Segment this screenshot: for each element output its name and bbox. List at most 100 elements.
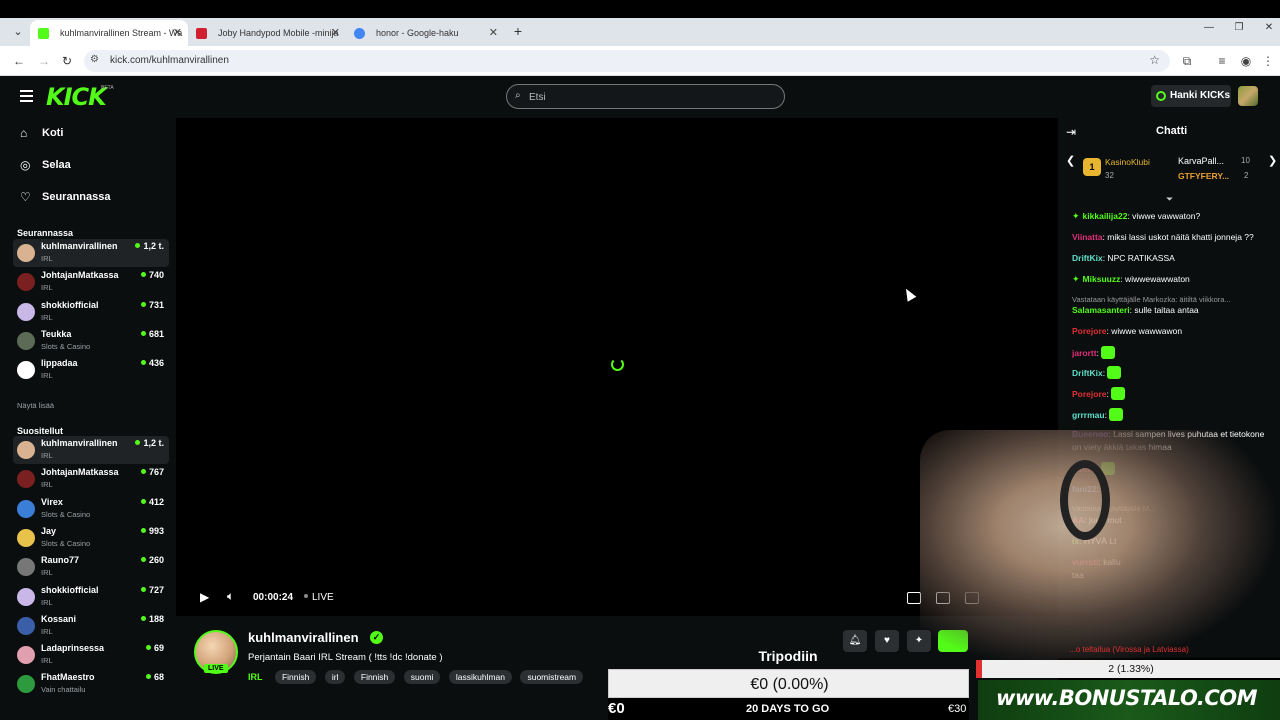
chat-username[interactable]: Porejore: [1072, 326, 1107, 336]
chat-username[interactable]: Miksuuzz: [1083, 274, 1121, 284]
sidebar-channel[interactable]: JohtajanMatkassa IRL 767: [13, 465, 169, 493]
tag-chip[interactable]: Finnish: [353, 669, 396, 684]
tab-joby[interactable]: Joby Handypod Mobile -minija ✕: [188, 20, 346, 46]
play-icon[interactable]: ▶: [200, 590, 209, 604]
nav-following[interactable]: ♡ Seurannassa: [0, 184, 176, 212]
chat-username[interactable]: Porejore: [1072, 389, 1107, 399]
miniplayer-icon[interactable]: [907, 592, 921, 604]
close-tab-icon[interactable]: ✕: [173, 20, 182, 46]
get-kicks-button[interactable]: Hanki KICKs: [1151, 85, 1231, 107]
sidebar: ⌂ Koti ◎ Selaa ♡ Seurannassa Seurannassa…: [0, 118, 176, 720]
tab-search-dropdown[interactable]: ⌄: [8, 22, 28, 42]
chat-message[interactable]: DriftKix: NPC RATIKASSA: [1072, 252, 1272, 265]
chat-username[interactable]: DriftKix: [1072, 253, 1103, 263]
streamer-webcam: [920, 430, 1280, 670]
sidebar-channel[interactable]: Ladaprinsessa IRL 69: [13, 641, 169, 669]
chat-message[interactable]: Porejore:: [1072, 387, 1272, 401]
restore-icon[interactable]: ❐: [1228, 22, 1250, 33]
volume-icon[interactable]: 🔈︎: [227, 589, 234, 603]
back-icon[interactable]: ←: [10, 52, 28, 70]
media-control-icon[interactable]: ≡: [1214, 54, 1230, 68]
chevron-left-icon[interactable]: ❮: [1066, 154, 1075, 167]
close-tab-icon[interactable]: ✕: [489, 20, 498, 46]
show-more-link[interactable]: Näytä lisää: [17, 401, 54, 410]
site-info-icon[interactable]: ⚙: [90, 54, 99, 65]
sidebar-channel[interactable]: shokkiofficial IRL 727: [13, 583, 169, 611]
chat-message[interactable]: ✦ kikkailija22: viwwe vawwaton?: [1072, 210, 1272, 223]
minimize-icon[interactable]: —: [1198, 22, 1220, 33]
channel-avatar: [17, 558, 35, 577]
chevron-right-icon[interactable]: ❯: [1268, 154, 1277, 167]
expand-leaderboard-icon[interactable]: ⏷: [1166, 194, 1173, 205]
bookmark-star-icon[interactable]: ☆: [1149, 53, 1160, 67]
sidebar-channel[interactable]: Jay Slots & Casino 993: [13, 524, 169, 552]
chat-username[interactable]: jarortt: [1072, 348, 1097, 358]
channel-avatar: [17, 616, 35, 635]
leader-name[interactable]: KasinoKlubi: [1105, 157, 1150, 167]
channel-name: kuhlmanvirallinen: [41, 438, 118, 448]
live-indicator[interactable]: LIVE: [304, 592, 334, 606]
sidebar-channel[interactable]: Rauno77 IRL 260: [13, 553, 169, 581]
chat-message[interactable]: Porejore: wiwwe wawwawon: [1072, 325, 1272, 338]
leader-name[interactable]: GTFYFERY...: [1178, 171, 1229, 181]
reload-icon[interactable]: ↻: [58, 52, 76, 70]
nav-home[interactable]: ⌂ Koti: [0, 120, 176, 148]
tab-kick[interactable]: kuhlmanvirallinen Stream - Wa ✕: [30, 20, 188, 46]
close-tab-icon[interactable]: ✕: [331, 20, 340, 46]
url-field[interactable]: ⚙ kick.com/kuhlmanvirallinen ☆: [84, 50, 1170, 72]
chat-username[interactable]: DriftKix: [1072, 368, 1103, 378]
sponsor-banner: www.BONUSTALO.COM: [978, 680, 1280, 720]
tag-chip[interactable]: Finnish: [274, 669, 317, 684]
chat-username[interactable]: kikkailija22: [1083, 211, 1128, 221]
sidebar-channel[interactable]: Virex Slots & Casino 412: [13, 495, 169, 523]
hamburger-menu-icon[interactable]: [20, 90, 33, 102]
tag-chip[interactable]: irl: [324, 669, 346, 684]
forward-icon[interactable]: →: [35, 52, 53, 70]
chat-message[interactable]: ✦ Miksuuzz: wiwwewawwaton: [1072, 273, 1272, 286]
channel-name[interactable]: kuhlmanvirallinen: [248, 630, 359, 645]
tag-chip[interactable]: suomi: [403, 669, 441, 684]
search-box[interactable]: ⌕: [506, 84, 785, 109]
sidebar-channel[interactable]: Kossani IRL 188: [13, 612, 169, 640]
user-avatar[interactable]: [1238, 86, 1258, 106]
chat-username[interactable]: Viinatta: [1072, 232, 1103, 242]
search-icon: ⌕: [515, 90, 521, 101]
kick-logo[interactable]: KICK: [46, 83, 107, 111]
menu-kebab-icon[interactable]: ⋮: [1260, 54, 1276, 68]
sidebar-channel[interactable]: shokkiofficial IRL 731: [13, 298, 169, 326]
chat-message[interactable]: Salamasanteri: sulle taitaa antaa: [1072, 304, 1272, 317]
tag-chip[interactable]: suomistream: [520, 669, 584, 684]
sub-badge-icon: ✦: [1072, 211, 1080, 221]
new-tab-icon[interactable]: +: [510, 21, 526, 41]
tab-google[interactable]: honor - Google-haku ✕: [346, 20, 504, 46]
leader-name[interactable]: KarvaPall...: [1178, 156, 1224, 166]
extensions-icon[interactable]: ⧉: [1179, 54, 1195, 69]
viewer-count: 727: [140, 585, 164, 595]
chat-message[interactable]: grrrmau:: [1072, 408, 1272, 422]
chat-message[interactable]: Viinatta: miksi lassi uskot näitä khatti…: [1072, 231, 1272, 244]
close-window-icon[interactable]: ✕: [1258, 22, 1280, 33]
goal-title: Tripodiin: [758, 648, 818, 664]
following-heading: Seurannassa: [17, 228, 74, 238]
chat-header: ⇥ Chatti: [1058, 118, 1280, 146]
search-input[interactable]: [529, 89, 769, 105]
collapse-chat-icon[interactable]: ⇥: [1066, 125, 1076, 139]
viewer-count-value: 993: [148, 525, 164, 536]
tag-chip[interactable]: lassikuhlman: [448, 669, 513, 684]
sidebar-channel[interactable]: kuhlmanvirallinen IRL 1,2 t.: [13, 239, 169, 267]
profile-icon[interactable]: ◉: [1238, 54, 1254, 68]
channel-name: kuhlmanvirallinen: [41, 241, 118, 251]
sidebar-channel[interactable]: kuhlmanvirallinen IRL 1,2 t.: [13, 436, 169, 464]
category-link[interactable]: IRL: [248, 672, 263, 682]
chat-username[interactable]: Salamasanteri: [1072, 305, 1130, 315]
chat-username[interactable]: grrrmau: [1072, 410, 1105, 420]
sidebar-channel[interactable]: Teukka Slots & Casino 681: [13, 327, 169, 355]
live-dot-icon: [140, 469, 146, 475]
heart-icon[interactable]: ♥: [875, 630, 899, 652]
nav-browse[interactable]: ◎ Selaa: [0, 152, 176, 180]
chat-message[interactable]: DriftKix:: [1072, 366, 1272, 380]
sidebar-channel[interactable]: JohtajanMatkassa IRL 740: [13, 268, 169, 296]
chat-message[interactable]: jarortt:: [1072, 346, 1272, 360]
sidebar-channel[interactable]: lippadaa IRL 436: [13, 356, 169, 384]
sidebar-channel[interactable]: FhatMaestro Vain chattailu 68: [13, 670, 169, 698]
